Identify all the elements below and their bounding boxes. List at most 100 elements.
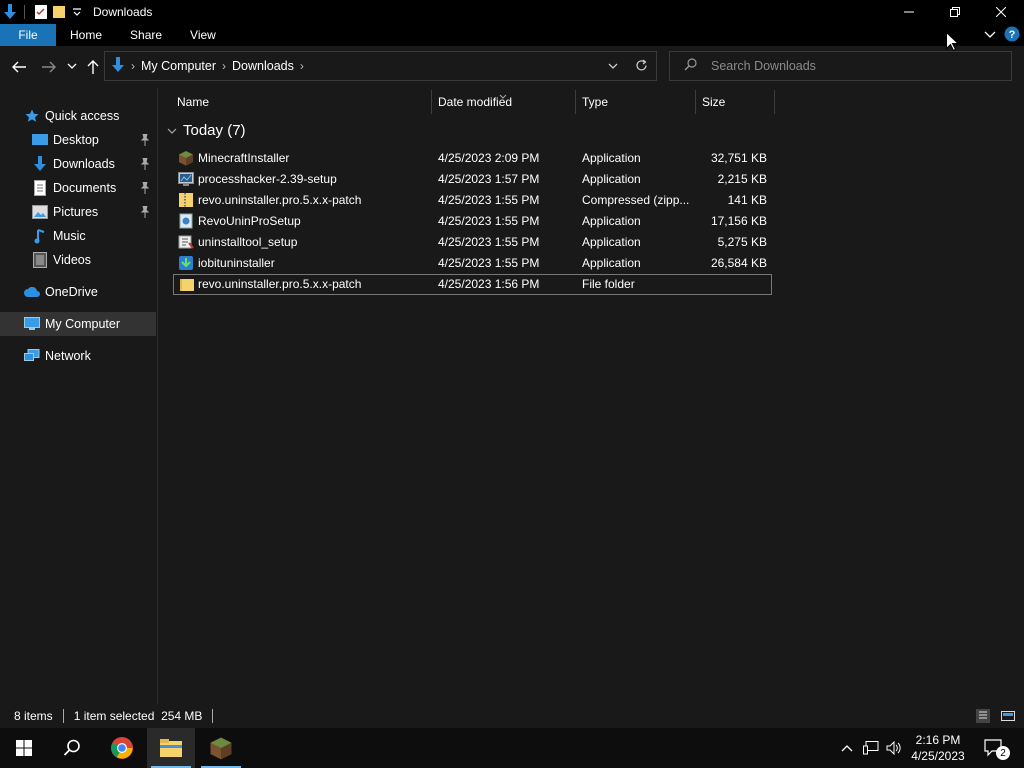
sidebar-item-label: Downloads (53, 157, 115, 171)
tab-view[interactable]: View (176, 24, 230, 46)
customize-toolbar-icon[interactable] (69, 4, 85, 20)
address-bar[interactable]: › My Computer › Downloads › (104, 51, 657, 81)
folder-icon (160, 739, 182, 757)
refresh-icon[interactable] (635, 59, 648, 75)
download-icon (32, 156, 48, 172)
clock-time: 2:16 PM (915, 733, 961, 747)
large-icons-view-icon[interactable] (1001, 709, 1015, 726)
zip-icon (179, 193, 193, 207)
sidebar-item-downloads[interactable]: Downloads (0, 152, 156, 176)
sidebar-item-my-computer[interactable]: My Computer (0, 312, 156, 336)
download-icon[interactable] (2, 4, 18, 20)
close-button[interactable] (978, 0, 1024, 24)
minecraft-icon (179, 151, 193, 166)
file-size: 26,584 KB (710, 256, 767, 270)
file-explorer-button[interactable] (147, 728, 195, 768)
sidebar-item-label: Quick access (45, 109, 120, 123)
breadcrumb-my-computer[interactable]: My Computer (141, 59, 216, 73)
sidebar-item-network[interactable]: Network (0, 344, 156, 368)
pin-icon[interactable] (140, 134, 150, 146)
new-folder-icon[interactable] (51, 4, 67, 20)
speaker-icon (886, 741, 901, 755)
search-button[interactable] (48, 728, 96, 768)
sidebar-item-videos[interactable]: Videos (0, 248, 156, 272)
expand-ribbon-icon[interactable] (984, 28, 996, 42)
chevron-right-icon[interactable]: › (300, 59, 304, 73)
column-header-type[interactable]: Type (576, 88, 696, 116)
file-row[interactable]: RevoUninProSetup 4/25/2023 1:55 PM Appli… (173, 211, 772, 232)
tab-home[interactable]: Home (56, 24, 116, 46)
breadcrumb-downloads[interactable]: Downloads (232, 59, 294, 73)
clock-date: 4/25/2023 (911, 749, 965, 763)
sidebar-item-music[interactable]: Music (0, 224, 156, 248)
minimize-icon (904, 11, 914, 13)
action-center-button[interactable]: 2 (978, 728, 1010, 768)
recent-locations-button[interactable] (63, 58, 81, 76)
show-hidden-icons-button[interactable] (838, 728, 856, 768)
divider (24, 5, 25, 19)
file-type: Application (582, 214, 641, 228)
chrome-button[interactable] (98, 728, 146, 768)
pin-icon[interactable] (140, 206, 150, 218)
selection-info: 1 item selected 254 MB (73, 709, 203, 723)
sidebar-item-onedrive[interactable]: OneDrive (0, 280, 156, 304)
search-box[interactable]: Search Downloads (669, 51, 1012, 81)
tab-file[interactable]: File (0, 24, 56, 46)
group-header-today[interactable]: Today (7) (167, 122, 246, 139)
help-icon[interactable]: ? (1004, 26, 1020, 45)
sidebar-item-label: My Computer (45, 317, 121, 331)
file-name: revo.uninstaller.pro.5.x.x-patch (198, 277, 362, 291)
sidebar-item-pictures[interactable]: Pictures (0, 200, 156, 224)
file-type: File folder (582, 277, 635, 291)
column-divider[interactable] (774, 90, 775, 114)
file-row[interactable]: MinecraftInstaller 4/25/2023 2:09 PM App… (173, 148, 772, 169)
forward-button[interactable] (40, 58, 58, 76)
chevron-right-icon[interactable]: › (222, 59, 226, 73)
file-type: Application (582, 256, 641, 270)
up-button[interactable] (84, 58, 102, 76)
chevron-down-icon (67, 63, 77, 69)
windows-icon (16, 740, 32, 756)
taskbar: 2:16 PM 4/25/2023 2 (0, 728, 1024, 768)
computer-icon (24, 316, 40, 332)
sidebar-item-desktop[interactable]: Desktop (0, 128, 156, 152)
minecraft-icon (210, 737, 232, 760)
tab-share[interactable]: Share (116, 24, 176, 46)
restore-button[interactable] (932, 0, 978, 24)
file-row[interactable]: revo.uninstaller.pro.5.x.x-patch 4/25/20… (173, 190, 772, 211)
minecraft-button[interactable] (197, 728, 245, 768)
navigation-pane: Quick access Desktop Downloads Documents… (0, 88, 158, 704)
network-tray-button[interactable] (861, 728, 881, 768)
divider (212, 709, 214, 723)
pin-icon[interactable] (140, 182, 150, 194)
file-date: 4/25/2023 1:55 PM (438, 214, 540, 228)
file-row[interactable]: processhacker-2.39-setup 4/25/2023 1:57 … (173, 169, 772, 190)
file-type: Application (582, 172, 641, 186)
file-row[interactable]: revo.uninstaller.pro.5.x.x-patch 4/25/20… (173, 274, 772, 295)
network-icon (24, 348, 40, 364)
pin-icon[interactable] (140, 158, 150, 170)
system-clock[interactable]: 2:16 PM 4/25/2023 (905, 732, 971, 764)
file-row[interactable]: iobituninstaller 4/25/2023 1:55 PM Appli… (173, 253, 772, 274)
column-header-name[interactable]: Name (171, 88, 431, 116)
sidebar-item-label: Videos (53, 253, 91, 267)
file-row[interactable]: uninstalltool_setup 4/25/2023 1:55 PM Ap… (173, 232, 772, 253)
column-header-size[interactable]: Size (696, 88, 774, 116)
quick-access-toolbar (0, 0, 85, 24)
sidebar-item-label: Pictures (53, 205, 99, 219)
minimize-button[interactable] (886, 0, 932, 24)
sidebar-item-quick-access[interactable]: Quick access (0, 104, 156, 128)
chevron-down-icon[interactable] (167, 122, 177, 139)
properties-icon[interactable] (33, 4, 49, 20)
back-button[interactable] (10, 58, 28, 76)
file-type: Compressed (zipp... (582, 193, 690, 207)
chevron-right-icon[interactable]: › (131, 59, 135, 73)
search-input[interactable]: Search Downloads (711, 59, 816, 73)
chevron-up-icon (841, 745, 853, 752)
sidebar-item-documents[interactable]: Documents (0, 176, 156, 200)
address-dropdown-icon[interactable] (608, 60, 618, 74)
sidebar-item-label: Documents (53, 181, 117, 195)
details-view-icon[interactable] (976, 709, 990, 723)
start-button[interactable] (0, 728, 48, 768)
volume-tray-button[interactable] (884, 728, 904, 768)
